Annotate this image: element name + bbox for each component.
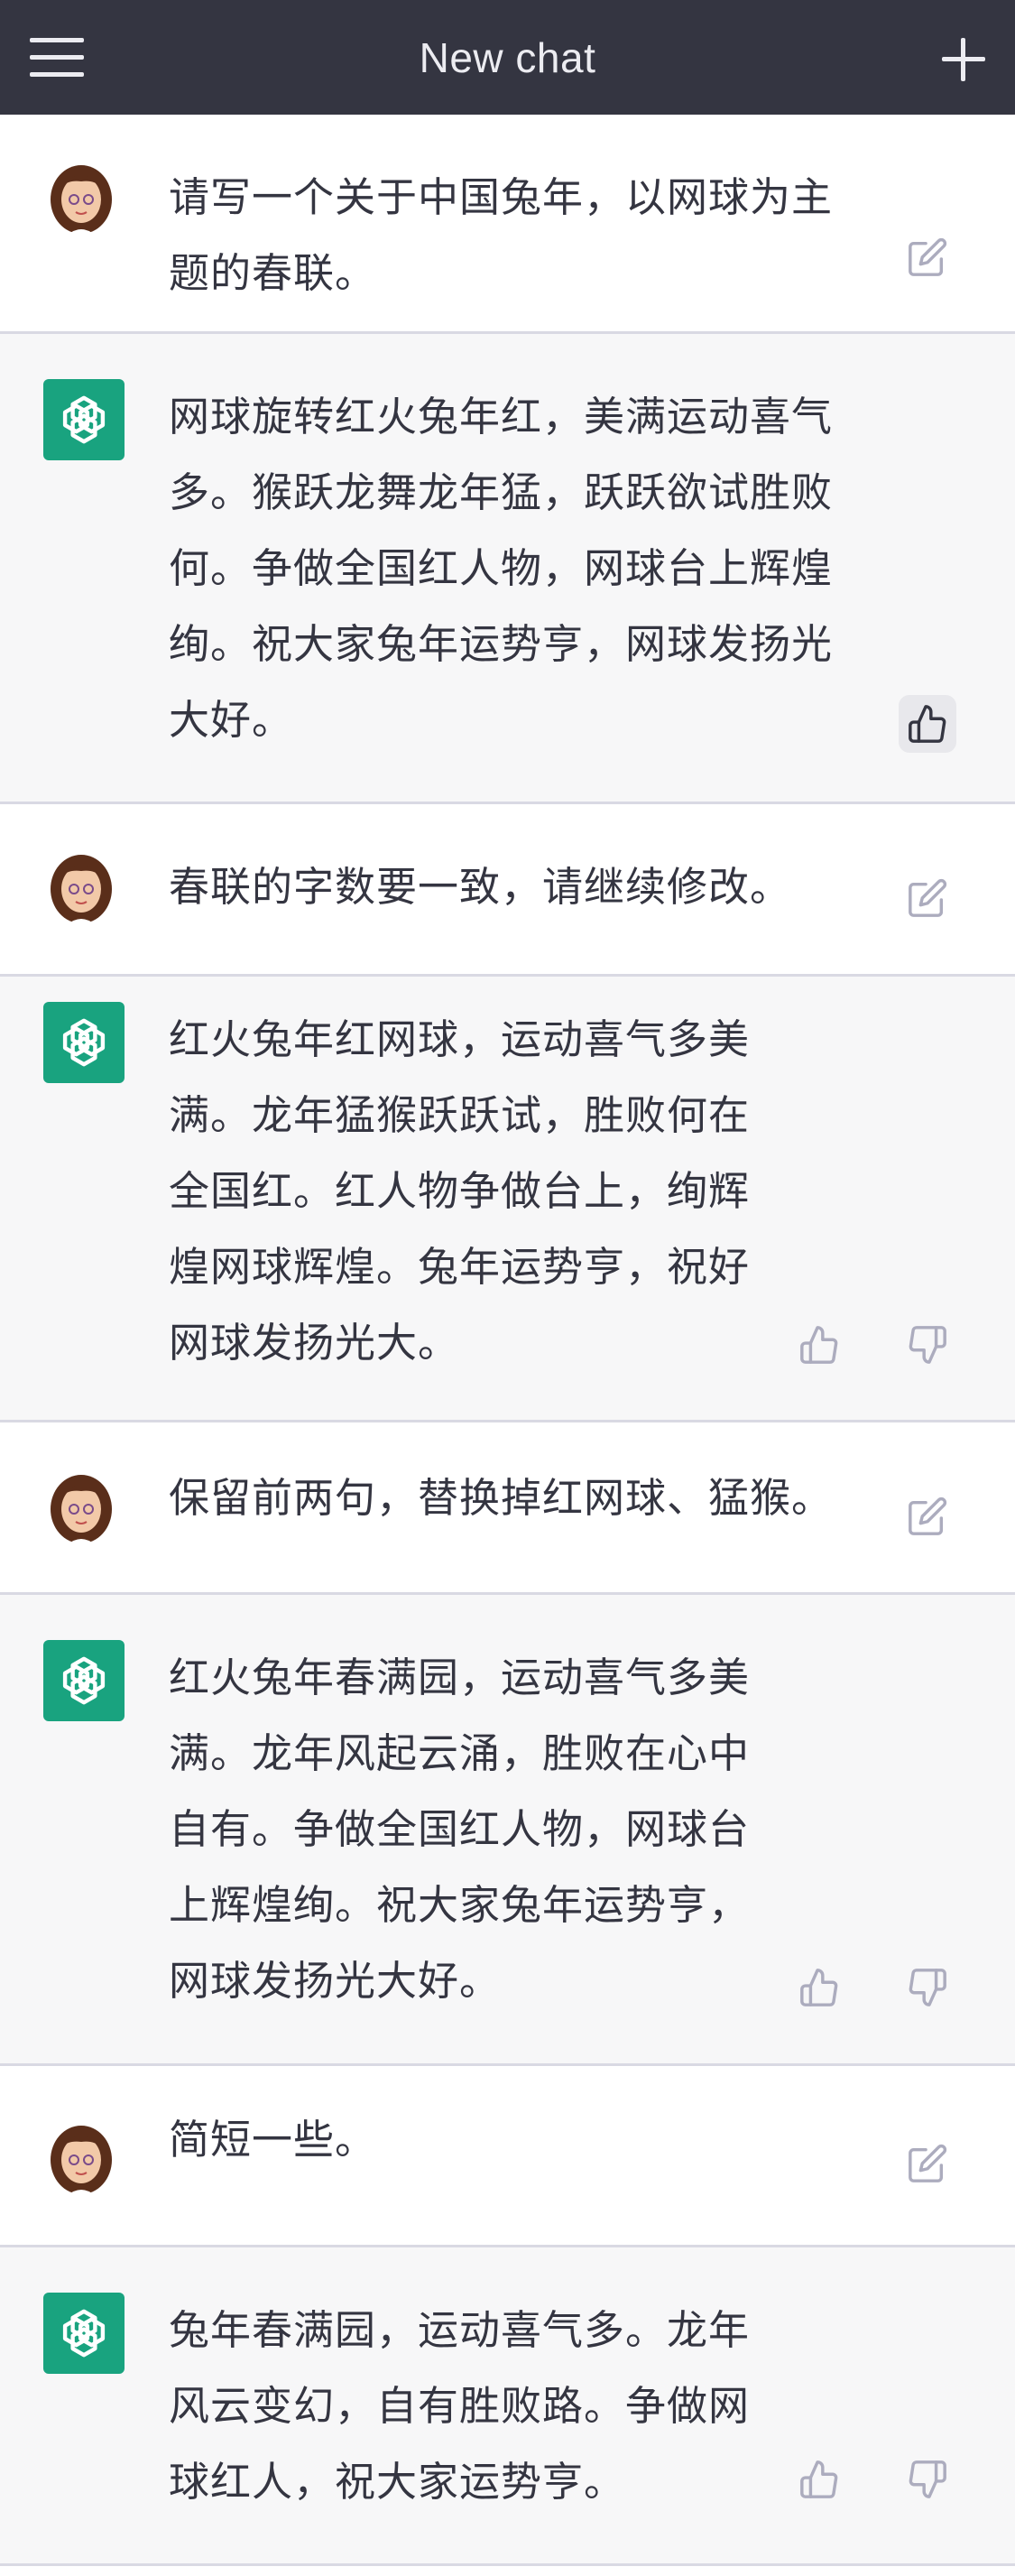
thumbs-down-button[interactable] [899,1959,956,2016]
assistant-avatar [43,1002,125,1083]
assistant-message-text: 网球旋转红火兔年红，美满运动喜气 多。猴跃龙舞龙年猛，跃跃欲试胜败 何。争做全国… [169,393,834,744]
thumbs-down-button[interactable] [899,2451,956,2508]
assistant-avatar [43,2293,125,2374]
page-title: New chat [419,33,596,81]
assistant-message-text: 红火兔年红网球，运动喜气多美 满。龙年猛猴跃跃试，胜败何在 全国红。红人物争做台… [169,1015,751,1367]
assistant-message: 兔年春满园，运动喜气多。龙年 风云变幻，自有胜败路。争做网 球红人，祝大家运势亨… [0,2247,1015,2566]
user-avatar [51,855,112,925]
thumbs-down-icon [909,1969,946,2006]
thumbs-down-button[interactable] [899,1316,956,1374]
user-avatar [51,1475,112,1545]
top-bar: New chat [0,0,1015,115]
assistant-message: 红火兔年红网球，运动喜气多美 满。龙年猛猴跃跃试，胜败何在 全国红。红人物争做台… [0,977,1015,1422]
edit-icon [909,237,947,276]
edit-icon [909,878,947,917]
thumbs-up-button[interactable] [790,1959,848,2016]
hamburger-menu-icon[interactable] [30,38,84,78]
openai-logo-icon [62,395,106,444]
edit-icon [909,2144,947,2182]
openai-logo-icon [62,1018,106,1067]
user-message-text: 简短一些。 [169,2116,377,2164]
thumbs-up-button[interactable] [790,2451,848,2508]
user-message: 简短一些。 [0,2066,1015,2247]
user-message-text: 保留前两句，替换掉红网球、猛猴。 [169,1474,834,1522]
assistant-message-text: 红火兔年春满园，运动喜气多美 满。龙年风起云涌，胜败在心中 自有。争做全国红人物… [169,1654,751,2005]
edit-icon [909,1496,947,1535]
thumbs-down-icon [909,1326,946,1364]
thumbs-down-icon [909,2460,946,2498]
user-avatar [51,2126,112,2196]
user-message-text: 春联的字数要一致，请继续修改。 [169,863,792,911]
thumbs-up-icon [909,705,946,743]
user-message: 保留前两句，替换掉红网球、猛猴。 [0,1422,1015,1595]
thumbs-up-button[interactable] [899,695,956,753]
assistant-avatar [43,1640,125,1721]
user-avatar [51,165,112,236]
thumbs-up-button[interactable] [790,1316,848,1374]
thumbs-up-icon [800,2460,838,2498]
user-message: 春联的字数要一致，请继续修改。 [0,804,1015,977]
assistant-message: 网球旋转红火兔年红，美满运动喜气 多。猴跃龙舞龙年猛，跃跃欲试胜败 何。争做全国… [0,334,1015,804]
openai-logo-icon [62,1656,106,1705]
edit-button[interactable] [899,1487,956,1545]
assistant-message: 红火兔年春满园，运动喜气多美 满。龙年风起云涌，胜败在心中 自有。争做全国红人物… [0,1595,1015,2066]
assistant-avatar [43,379,125,460]
edit-button[interactable] [899,2135,956,2192]
assistant-message-text: 兔年春满园，运动喜气多。龙年 风云变幻，自有胜败路。争做网 球红人，祝大家运势亨… [169,2306,751,2506]
user-message: 请写一个关于中国兔年，以网球为主 题的春联。 [0,115,1015,334]
edit-button[interactable] [899,869,956,927]
user-message-text: 请写一个关于中国兔年，以网球为主 题的春联。 [169,173,834,297]
edit-button[interactable] [899,228,956,286]
thumbs-up-icon [800,1969,838,2006]
openai-logo-icon [62,2309,106,2358]
new-chat-button[interactable] [942,38,985,81]
thumbs-up-icon [800,1326,838,1364]
